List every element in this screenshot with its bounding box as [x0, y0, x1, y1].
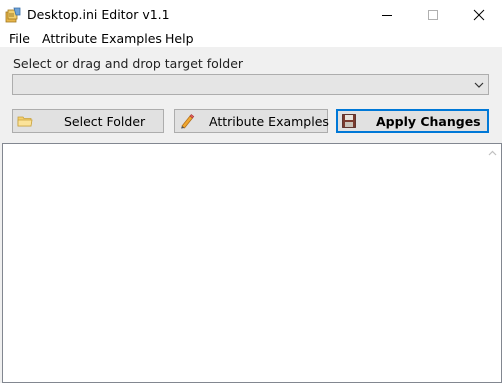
target-folder-dropdown[interactable] — [12, 74, 489, 95]
apply-changes-label: Apply Changes — [376, 114, 481, 129]
chevron-down-icon — [474, 82, 484, 88]
minimize-button[interactable] — [364, 0, 410, 30]
save-icon — [341, 113, 357, 129]
pencil-icon — [179, 113, 195, 129]
menu-attribute-examples[interactable]: Attribute Examples — [42, 30, 162, 47]
editor-textarea[interactable] — [2, 143, 502, 383]
maximize-icon — [428, 10, 438, 20]
window-title: Desktop.ini Editor v1.1 — [27, 7, 170, 22]
attribute-examples-label: Attribute Examples — [209, 114, 329, 129]
minimize-icon — [382, 15, 392, 16]
close-icon — [473, 9, 485, 21]
desktop-ini-app-icon — [5, 7, 21, 23]
close-button[interactable] — [456, 0, 502, 30]
select-folder-label: Select Folder — [64, 114, 146, 129]
apply-changes-button[interactable]: Apply Changes — [336, 109, 489, 133]
menu-help[interactable]: Help — [165, 30, 194, 47]
folder-icon — [17, 113, 33, 129]
title-bar: Desktop.ini Editor v1.1 — [0, 0, 502, 30]
vertical-scrollbar[interactable] — [484, 144, 501, 382]
target-folder-label: Select or drag and drop target folder — [13, 56, 244, 71]
maximize-button[interactable] — [410, 0, 456, 30]
select-folder-button[interactable]: Select Folder — [12, 109, 164, 133]
menu-file[interactable]: File — [9, 30, 30, 47]
scroll-up-icon[interactable] — [488, 150, 497, 156]
menu-bar: File Attribute Examples Help — [0, 30, 502, 47]
attribute-examples-button[interactable]: Attribute Examples — [174, 109, 329, 133]
